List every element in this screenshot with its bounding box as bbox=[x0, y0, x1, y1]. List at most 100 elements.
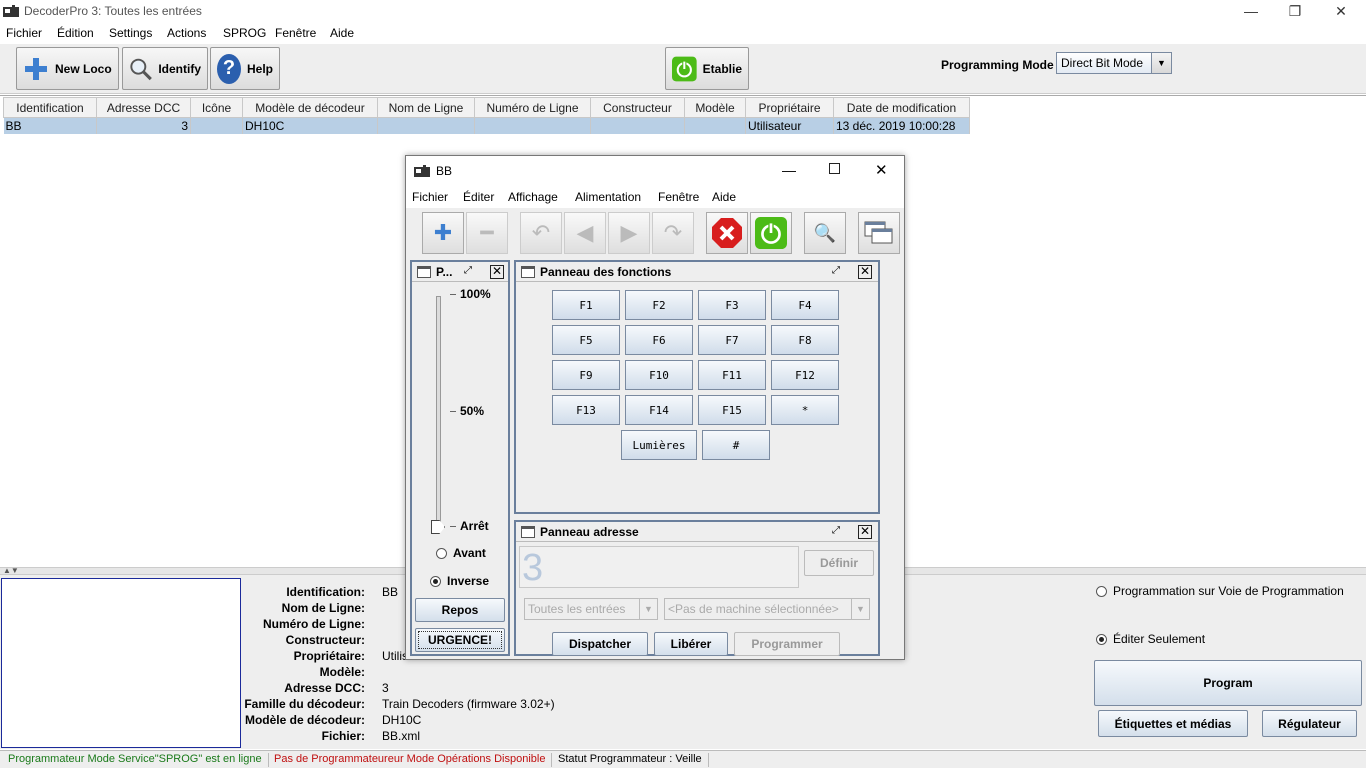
power-button[interactable]: Etablie bbox=[665, 47, 749, 90]
arrow-left-icon[interactable]: ◀ bbox=[564, 212, 606, 254]
table-row[interactable]: BB 3 DH10C Utilisateur 13 déc. 2019 10:0… bbox=[3, 117, 970, 134]
help-button[interactable]: ? Help bbox=[210, 47, 280, 90]
emergency-stop-icon[interactable] bbox=[706, 212, 748, 254]
lights-button[interactable]: Lumières bbox=[621, 430, 697, 460]
menu-sprog[interactable]: SPROG bbox=[223, 26, 266, 40]
function-button-f14[interactable]: F14 bbox=[625, 395, 693, 425]
windows-icon[interactable] bbox=[858, 212, 900, 254]
menu-fenetre[interactable]: Fenêtre bbox=[275, 26, 316, 40]
function-button-f4[interactable]: F4 bbox=[771, 290, 839, 320]
close-icon[interactable]: ✕ bbox=[490, 265, 504, 279]
control-panel-title: P... bbox=[436, 264, 453, 279]
status-ops-mode: Pas de Programmateureur Mode Opérations … bbox=[268, 753, 553, 767]
col-numero-ligne[interactable]: Numéro de Ligne bbox=[474, 97, 591, 118]
menu-fichier[interactable]: Fichier bbox=[412, 190, 448, 204]
program-button[interactable]: Programmer bbox=[734, 632, 840, 656]
remove-icon[interactable]: ━ bbox=[466, 212, 508, 254]
function-button-f15[interactable]: F15 bbox=[698, 395, 766, 425]
detail-label-adresse-dcc: Adresse DCC: bbox=[284, 681, 365, 695]
dispatch-button[interactable]: Dispatcher bbox=[552, 632, 648, 656]
edit-inspect-icon[interactable]: 🔍 bbox=[804, 212, 846, 254]
iconify-icon[interactable]: ⤢ bbox=[832, 265, 840, 277]
col-constructeur[interactable]: Constructeur bbox=[590, 97, 685, 118]
status-service-mode: Programmateur Mode Service"SPROG" est en… bbox=[2, 753, 269, 767]
release-button[interactable]: Libérer bbox=[654, 632, 728, 656]
function-button-f6[interactable]: F6 bbox=[625, 325, 693, 355]
col-modele-decodeur[interactable]: Modèle de décodeur bbox=[242, 97, 378, 118]
plus-icon bbox=[25, 57, 47, 80]
menu-aide[interactable]: Aide bbox=[330, 26, 354, 40]
close-button[interactable]: ✕ bbox=[875, 161, 888, 179]
col-adresse-dcc[interactable]: Adresse DCC bbox=[96, 97, 191, 118]
decoderpro-app-icon bbox=[3, 5, 19, 17]
iconify-icon[interactable]: ⤢ bbox=[832, 525, 840, 537]
tick-mark bbox=[450, 294, 456, 295]
function-button-star[interactable]: * bbox=[771, 395, 839, 425]
col-modele[interactable]: Modèle bbox=[684, 97, 746, 118]
labels-media-button[interactable]: Étiquettes et médias bbox=[1098, 710, 1248, 737]
radio-programming-track[interactable]: Programmation sur Voie de Programmation bbox=[1096, 584, 1344, 598]
menu-edition[interactable]: Édition bbox=[57, 26, 94, 40]
minimize-button[interactable]: — bbox=[1228, 0, 1274, 24]
col-icone[interactable]: Icône bbox=[190, 97, 243, 118]
new-loco-button[interactable]: New Loco bbox=[16, 47, 119, 90]
undo-icon[interactable]: ↶ bbox=[520, 212, 562, 254]
radio-edit-only[interactable]: Éditer Seulement bbox=[1096, 632, 1205, 646]
arrow-right-icon[interactable]: ▶ bbox=[608, 212, 650, 254]
function-button-f8[interactable]: F8 bbox=[771, 325, 839, 355]
menu-fenetre[interactable]: Fenêtre bbox=[658, 190, 699, 204]
col-identification[interactable]: Identification bbox=[3, 97, 97, 118]
power-icon[interactable] bbox=[750, 212, 792, 254]
function-button-f1[interactable]: F1 bbox=[552, 290, 620, 320]
function-button-f13[interactable]: F13 bbox=[552, 395, 620, 425]
menu-affichage[interactable]: Affichage bbox=[508, 190, 558, 204]
add-icon[interactable]: ✚ bbox=[422, 212, 464, 254]
restore-button[interactable]: ❐ bbox=[1272, 0, 1318, 24]
idle-button[interactable]: Repos bbox=[415, 598, 505, 622]
chevron-down-icon[interactable]: ▼ bbox=[639, 599, 657, 619]
identify-button[interactable]: Identify bbox=[122, 47, 208, 90]
function-button-f11[interactable]: F11 bbox=[698, 360, 766, 390]
col-date-modification[interactable]: Date de modification bbox=[833, 97, 970, 118]
program-button[interactable]: Program bbox=[1094, 660, 1362, 706]
regulator-button[interactable]: Régulateur bbox=[1262, 710, 1357, 737]
close-icon[interactable]: ✕ bbox=[858, 265, 872, 279]
function-button-f2[interactable]: F2 bbox=[625, 290, 693, 320]
maximize-button[interactable] bbox=[829, 163, 840, 174]
menu-settings[interactable]: Settings bbox=[109, 26, 152, 40]
address-field[interactable]: 3 bbox=[519, 546, 799, 589]
emergency-button[interactable]: URGENCE! bbox=[415, 628, 505, 652]
detail-label-identification: Identification: bbox=[286, 585, 365, 599]
speed-slider-track[interactable] bbox=[436, 296, 441, 528]
close-icon[interactable]: ✕ bbox=[858, 525, 872, 539]
function-button-f5[interactable]: F5 bbox=[552, 325, 620, 355]
function-button-f3[interactable]: F3 bbox=[698, 290, 766, 320]
radio-forward[interactable]: Avant bbox=[436, 546, 486, 560]
roster-select[interactable]: Toutes les entrées ▼ bbox=[524, 598, 658, 620]
function-button-f10[interactable]: F10 bbox=[625, 360, 693, 390]
menu-fichier[interactable]: Fichier bbox=[6, 26, 42, 40]
function-button-f12[interactable]: F12 bbox=[771, 360, 839, 390]
close-button[interactable]: ✕ bbox=[1318, 0, 1364, 24]
redo-icon[interactable]: ↷ bbox=[652, 212, 694, 254]
menu-actions[interactable]: Actions bbox=[167, 26, 206, 40]
radio-reverse[interactable]: Inverse bbox=[430, 574, 489, 588]
menu-editer[interactable]: Éditer bbox=[463, 190, 494, 204]
speed-tick-50: 50% bbox=[460, 404, 485, 418]
menu-aide[interactable]: Aide bbox=[712, 190, 736, 204]
col-nom-ligne[interactable]: Nom de Ligne bbox=[377, 97, 475, 118]
title-bar: DecoderPro 3: Toutes les entrées — ❐ ✕ bbox=[0, 0, 1366, 24]
machine-select[interactable]: <Pas de machine sélectionnée> ▼ bbox=[664, 598, 870, 620]
chevron-down-icon[interactable]: ▼ bbox=[1151, 53, 1171, 73]
chevron-down-icon[interactable]: ▼ bbox=[851, 599, 869, 619]
speed-slider-thumb[interactable] bbox=[431, 520, 445, 534]
programming-mode-select[interactable]: Direct Bit Mode ▼ bbox=[1056, 52, 1172, 74]
function-button-hash[interactable]: # bbox=[702, 430, 770, 460]
minimize-button[interactable]: — bbox=[782, 162, 796, 178]
iconify-icon[interactable]: ⤢ bbox=[464, 265, 472, 277]
function-button-f9[interactable]: F9 bbox=[552, 360, 620, 390]
menu-alimentation[interactable]: Alimentation bbox=[575, 190, 641, 204]
set-address-button[interactable]: Définir bbox=[804, 550, 874, 576]
function-button-f7[interactable]: F7 bbox=[698, 325, 766, 355]
col-proprietaire[interactable]: Propriétaire bbox=[745, 97, 834, 118]
